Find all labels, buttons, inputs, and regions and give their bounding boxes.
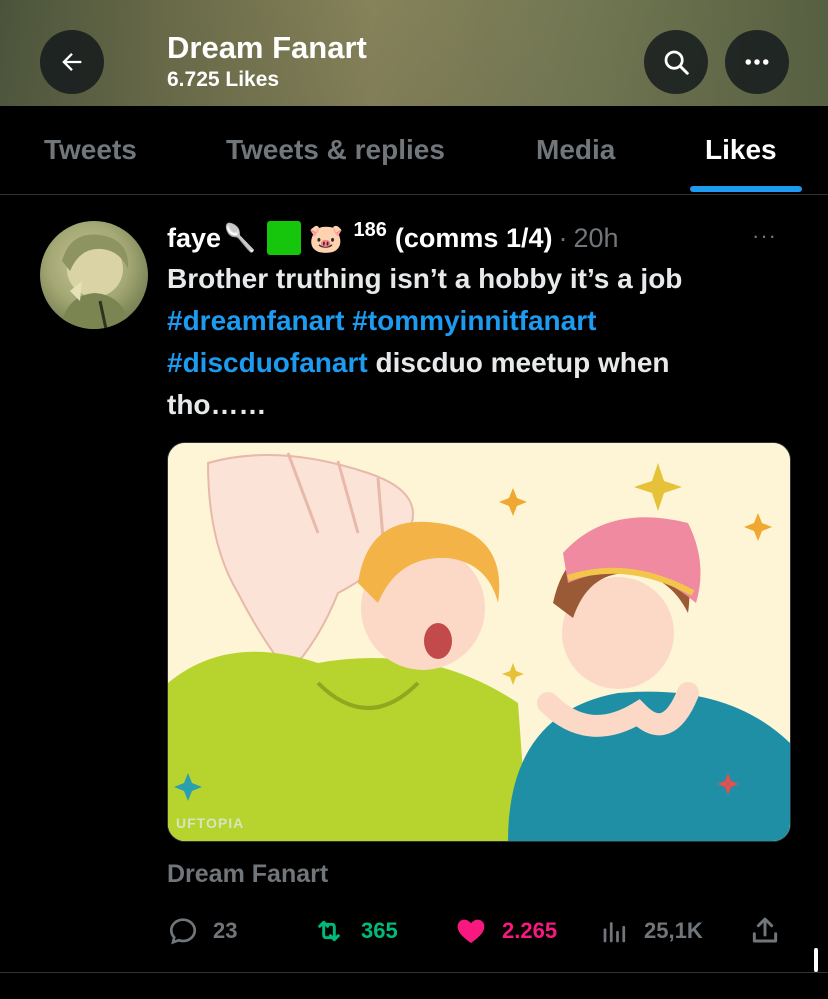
- more-options-button[interactable]: [725, 30, 789, 94]
- author-comms-status: (comms 1/4): [394, 222, 553, 253]
- scrollbar-thumb[interactable]: [814, 948, 818, 972]
- share-icon: [752, 917, 778, 943]
- like-count: 2.265: [502, 918, 558, 943]
- back-button[interactable]: [40, 30, 104, 94]
- arrow-left-icon: [62, 53, 82, 71]
- tab-tweets-replies[interactable]: Tweets & replies: [226, 106, 445, 194]
- reply-button[interactable]: 23: [167, 906, 237, 956]
- header-like-count: 6.725 Likes: [167, 68, 280, 91]
- fanart-illustration: [168, 443, 790, 841]
- author-name[interactable]: faye: [167, 223, 221, 254]
- more-horizontal-icon: [745, 59, 769, 65]
- author-superscript: 186: [353, 218, 387, 241]
- retweet-button[interactable]: 365: [311, 906, 398, 956]
- active-tab-indicator: [690, 186, 802, 192]
- tab-tweets[interactable]: Tweets: [44, 106, 137, 194]
- share-button[interactable]: [749, 906, 781, 956]
- profile-tabs: Tweets Tweets & replies Media Likes: [0, 106, 828, 195]
- image-watermark: UFTOPIA: [176, 815, 245, 831]
- views-chart-icon: [603, 922, 626, 943]
- tweet-action-bar: 23 365 2.265 25,1K: [167, 906, 797, 956]
- pig-emoji: 🐷: [308, 222, 344, 254]
- view-count: 25,1K: [644, 918, 703, 943]
- hashtag-link[interactable]: #discduofanart: [167, 347, 368, 378]
- tweet-image[interactable]: UFTOPIA: [167, 442, 791, 842]
- tweet-text: Brother truthing isn’t a hobby it’s a jo…: [167, 258, 797, 426]
- avatar-illustration: [60, 234, 132, 329]
- reply-count: 23: [213, 918, 238, 943]
- separator-dot: ·: [558, 222, 568, 253]
- profile-header: Dream Fanart 6.725 Likes: [0, 0, 828, 106]
- liked-by-source[interactable]: Dream Fanart: [167, 860, 328, 889]
- views-button[interactable]: 25,1K: [600, 906, 703, 956]
- spoon-emoji: 🥄: [223, 223, 257, 253]
- like-button[interactable]: 2.265: [454, 906, 557, 956]
- tab-likes[interactable]: Likes: [705, 106, 777, 194]
- tweet-divider: [0, 972, 828, 973]
- tab-media[interactable]: Media: [536, 106, 615, 194]
- reply-icon: [169, 918, 197, 945]
- avatar[interactable]: [40, 221, 148, 329]
- header-title: Dream Fanart: [167, 30, 367, 65]
- tweet-text-line: discduo meetup when: [367, 347, 670, 378]
- green-square-emoji: [266, 221, 301, 255]
- heart-filled-icon: [457, 919, 485, 943]
- search-icon: [664, 50, 689, 75]
- tweet-timestamp[interactable]: 20h: [573, 223, 618, 254]
- retweet-count: 365: [361, 918, 398, 943]
- tweet-author-line: faye 🥄 🐷 186 (comms 1/4) · 20h: [167, 218, 619, 258]
- search-button[interactable]: [644, 30, 708, 94]
- tweet-more-icon[interactable]: ···: [752, 223, 777, 249]
- tweet-text-line: Brother truthing isn’t a hobby it’s a jo…: [167, 263, 683, 294]
- hashtag-link[interactable]: #dreamfanart: [167, 305, 344, 336]
- tweet-text-line: tho……: [167, 389, 267, 420]
- retweet-icon: [318, 920, 340, 942]
- hashtag-link[interactable]: #tommyinnitfanart: [352, 305, 596, 336]
